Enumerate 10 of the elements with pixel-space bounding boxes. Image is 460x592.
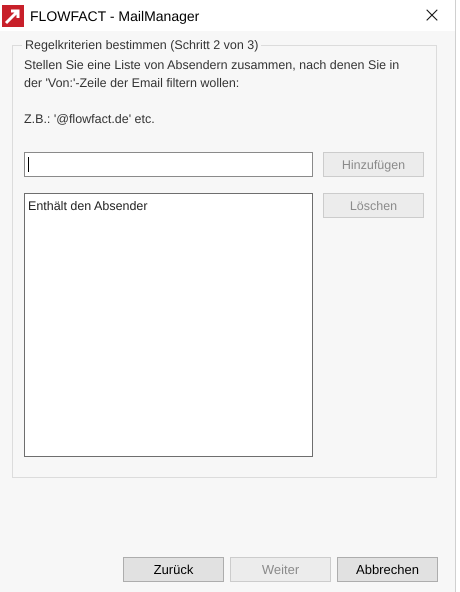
group-title: Regelkriterien bestimmen (Schritt 2 von 3) bbox=[24, 38, 260, 52]
close-button[interactable]: × bbox=[409, 0, 455, 31]
list-header: Enthält den Absender bbox=[28, 199, 148, 213]
instruction-text: Stellen Sie eine Liste von Absendern zusammen, nach denen Sie in der 'Von:'-Zeile der Email filtern wollen: bbox=[24, 57, 400, 92]
window-title: FLOWFACT - MailManager bbox=[30, 8, 200, 24]
instruction-text: Z.B.: '@flowfact.de' etc. bbox=[24, 111, 156, 128]
sender-list[interactable]: Enthält den Absender bbox=[24, 193, 313, 457]
sender-input-field[interactable] bbox=[24, 152, 313, 177]
dialog-button[interactable]: Abbrechen bbox=[337, 557, 438, 582]
dialog-button[interactable]: Zurück bbox=[123, 557, 224, 582]
